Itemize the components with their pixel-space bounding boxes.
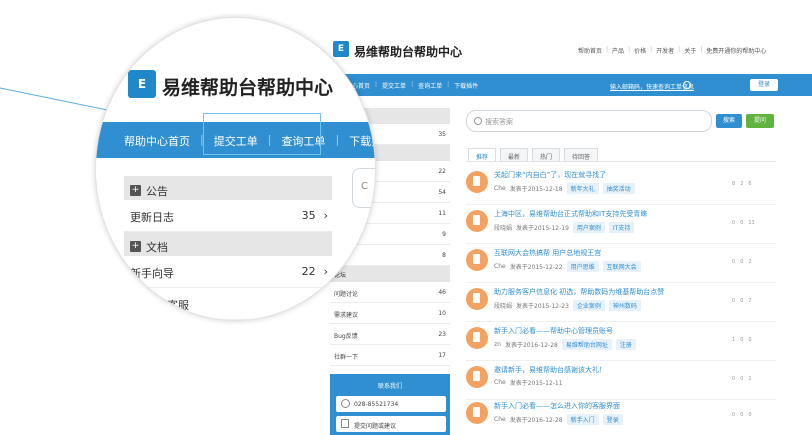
document-icon	[466, 327, 488, 349]
highlight-box	[203, 113, 321, 155]
sidebar-item-agent-features[interactable]: …功能-客服 ›	[124, 288, 332, 320]
top-link-price[interactable]: 价格	[634, 46, 646, 55]
nav-submit-ticket[interactable]: 提交工单	[382, 81, 406, 90]
sidebar-item[interactable]: 社群一下 17	[330, 345, 450, 366]
tag[interactable]: 新手入门	[566, 414, 599, 425]
site-title: 易维帮助台帮助中心	[162, 77, 334, 99]
tag[interactable]: 神州数码	[608, 300, 641, 311]
article-title[interactable]: 新手入门必看——帮助中心管理员账号	[494, 326, 613, 336]
logo-icon: E	[128, 70, 156, 98]
plus-icon: +	[130, 241, 141, 252]
top-link-product[interactable]: 产品	[612, 46, 624, 55]
tag[interactable]: 互联网大会	[602, 261, 641, 272]
search-input-partial[interactable]: C	[352, 168, 375, 208]
sidebar-item[interactable]: 需求建议 10	[330, 303, 450, 324]
article-item[interactable]: 邀请新手，易维帮助台感谢该大礼！ Che 发表于2015-12-11 001	[466, 362, 776, 400]
tab-hot[interactable]: 热门	[532, 148, 561, 161]
document-icon	[466, 171, 488, 193]
tag[interactable]: 用户思维	[566, 261, 599, 272]
article-item[interactable]: 上海中区，易维帮助台正式帮助和IT支持先受青睐 段晓娟 发表于2015-12-19…	[466, 206, 776, 244]
tab-unanswered[interactable]: 待回答	[564, 148, 599, 161]
nav-home[interactable]: 帮助中心首页	[124, 133, 190, 149]
logo-icon: E	[333, 41, 349, 57]
top-link-about[interactable]: 关于	[684, 46, 696, 55]
section-header-forum: 论坛	[330, 266, 450, 282]
nav-download-plugin[interactable]: 下载插件	[454, 81, 478, 90]
top-link-developer[interactable]: 开发者	[656, 46, 674, 55]
sidebar-item-beginner-guide[interactable]: 新手向导 22 ›	[124, 256, 332, 288]
document-icon	[466, 366, 488, 388]
article-tabs: 推荐 最新 热门 待回答	[468, 148, 599, 161]
article-item[interactable]: 新手入门必看——怎么进入你的客服界面 Che 发表于2016-12-28 新手入门登…	[466, 398, 776, 435]
chevron-right-icon: ›	[323, 209, 328, 222]
magnifier-lens: E 易维帮助台帮助中心 帮助中心首页| 提交工单| 查询工单| 下载插 +公告 …	[95, 17, 376, 321]
tag[interactable]: 抽奖活动	[602, 183, 635, 194]
search-icon[interactable]	[683, 81, 691, 89]
tag[interactable]: 企业案例	[572, 300, 605, 311]
document-icon	[466, 402, 488, 424]
nav-query-ticket[interactable]: 查询工单	[418, 81, 442, 90]
sidebar-item[interactable]: Bug反馈 23	[330, 324, 450, 345]
document-icon	[466, 288, 488, 310]
top-link-home[interactable]: 帮助首页	[578, 46, 602, 55]
article-item[interactable]: 新手入门必看——帮助中心管理员账号 zn 发表于2016-12-28 易维帮助台网址…	[466, 323, 776, 361]
article-title[interactable]: 邀请新手，易维帮助台感谢该大礼！	[494, 365, 606, 375]
phone-icon	[341, 399, 350, 408]
sidebar-item-changelog[interactable]: 更新日志 35 ›	[124, 200, 332, 232]
article-title[interactable]: 关起门来“内自白”了，现在就寻找了	[494, 170, 606, 180]
help-center-page: E 易维帮助台帮助中心 帮助首页 | 产品 | 价格 | 开发者 | 关于 | 免费开通你…	[330, 0, 812, 435]
search-icon	[474, 117, 482, 125]
search-button[interactable]: 搜索	[716, 114, 742, 128]
chevron-right-icon: ›	[323, 297, 328, 310]
ask-question-button[interactable]: 提问	[746, 114, 774, 128]
contact-panel: 联系我们 028-85521734 提交问题或建议	[330, 374, 450, 435]
site-title[interactable]: 易维帮助台帮助中心	[354, 43, 462, 60]
feedback-button[interactable]: 提交问题或建议	[336, 416, 446, 432]
tag[interactable]: 用户案例	[572, 222, 605, 233]
nav-ticket-search-link[interactable]: 输入邮箱码，快速查询工单信息	[610, 82, 694, 91]
section-header-announcements: + 公告	[124, 176, 332, 200]
document-icon	[466, 210, 488, 232]
tab-latest[interactable]: 最新	[500, 148, 529, 161]
top-link-free-signup[interactable]: 免费开通你的帮助中心	[706, 46, 766, 55]
nav-download-plugin[interactable]: 下载插	[349, 133, 375, 149]
article-title[interactable]: 助力服务客户信息化 初选，帮助数码为维基帮助台点赞	[494, 287, 664, 297]
tag[interactable]: 新年大礼	[566, 183, 599, 194]
main-nav: 帮助中心首页| 提交工单| 查询工单| 下载插件 输入邮箱码，快速查询工单信息 …	[330, 74, 812, 96]
tag[interactable]: 登录	[602, 414, 623, 425]
search-input[interactable]: 搜索答案	[466, 110, 712, 132]
document-icon	[466, 249, 488, 271]
article-item[interactable]: 互联网大会热搞帮 用户总地规王宫 Che 发表于2015-12-22 用户思维 互联网…	[466, 245, 776, 283]
tag[interactable]: IT支持	[608, 222, 635, 233]
edit-icon	[341, 419, 349, 428]
tag[interactable]: 易维帮助台网址	[561, 339, 612, 350]
category-sidebar-zoomed: + 公告 更新日志 35 › + 文档 新手向导 22 › …功能-客服 ›	[124, 176, 332, 320]
article-title[interactable]: 新手入门必看——怎么进入你的客服界面	[494, 401, 620, 411]
header: E 易维帮助台帮助中心 帮助首页 | 产品 | 价格 | 开发者 | 关于 | 免费开通你…	[330, 0, 812, 74]
tag[interactable]: 注册	[615, 339, 636, 350]
sidebar-item[interactable]: 问题讨论 46	[330, 282, 450, 303]
tab-recommended[interactable]: 推荐	[468, 148, 497, 161]
chevron-right-icon: ›	[323, 265, 328, 278]
login-button[interactable]: 登录	[750, 79, 778, 91]
article-item[interactable]: 关起门来“内自白”了，现在就寻找了 Che 发表于2015-12-18 新年大礼 抽奖…	[466, 167, 776, 205]
article-title[interactable]: 上海中区，易维帮助台正式帮助和IT支持先受青睐	[494, 209, 647, 219]
article-item[interactable]: 助力服务客户信息化 初选，帮助数码为维基帮助台点赞 段晓娟 发表于2015-12-…	[466, 284, 776, 322]
top-links: 帮助首页 | 产品 | 价格 | 开发者 | 关于 | 免费开通你的帮助中心	[578, 46, 767, 55]
contact-title: 联系我们	[377, 383, 402, 390]
contact-phone: 028-85521734	[336, 396, 446, 412]
plus-icon: +	[130, 185, 141, 196]
section-header-docs: + 文档	[124, 232, 332, 256]
article-title[interactable]: 互联网大会热搞帮 用户总地规王宫	[494, 248, 601, 258]
